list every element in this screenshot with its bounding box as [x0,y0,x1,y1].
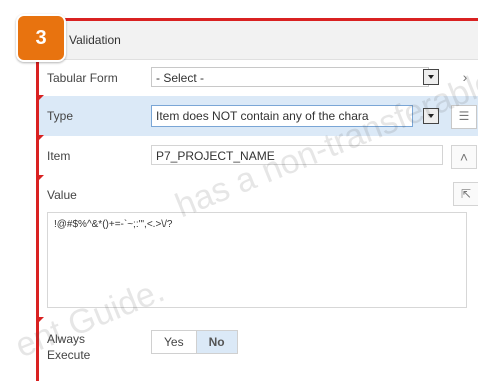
always-execute-toggle: Yes No [151,330,238,354]
chevron-up-icon[interactable]: ˄ [451,145,477,169]
row-value: Value ⇱ !@#$%^&*()+=-`~;:'",<.>\/? [38,175,478,319]
row-type: Type Item does NOT contain any of the ch… [38,95,478,137]
row-tabular-form: Tabular Form - Select - › [39,60,478,97]
required-marker [38,135,44,141]
type-label: Type [47,109,74,123]
required-marker [38,175,44,181]
panel-title: Validation [69,33,121,47]
item-label: Item [47,149,71,163]
validation-panel: Validation Tabular Form - Select - › Typ… [36,18,478,381]
row-item: Item P7_PROJECT_NAME ˄ [38,135,478,177]
required-marker [38,317,44,323]
item-field[interactable]: P7_PROJECT_NAME [151,145,443,165]
always-execute-label-line2: Execute [47,348,91,362]
chevron-down-icon[interactable] [423,69,439,85]
yes-option[interactable]: Yes [152,331,196,353]
value-textarea[interactable]: !@#$%^&*()+=-`~;:'",<.>\/? [47,212,467,308]
chevron-right-icon[interactable]: › [453,66,477,88]
value-label: Value [47,188,77,202]
always-execute-label-line1: Always [47,332,86,346]
type-select[interactable]: Item does NOT contain any of the chara [151,105,413,127]
chevron-down-icon[interactable] [423,108,439,124]
step-badge: 3 [16,14,66,62]
expand-icon[interactable]: ⇱ [453,182,478,206]
list-icon[interactable]: ☰ [451,105,477,129]
tabular-form-select[interactable]: - Select - [151,67,429,87]
tabular-form-label: Tabular Form [47,71,118,85]
required-marker [38,95,44,101]
panel-header: Validation [39,21,478,60]
row-always-execute: Always Execute Yes No [38,317,478,378]
no-option[interactable]: No [195,331,237,353]
